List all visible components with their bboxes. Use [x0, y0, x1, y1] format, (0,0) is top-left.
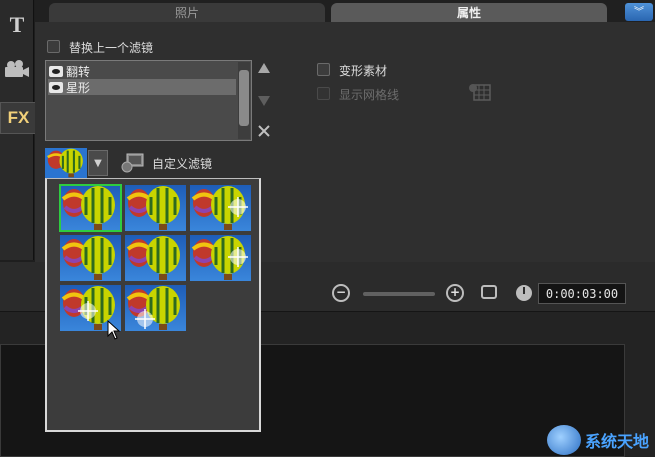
fx-icon: FX — [7, 108, 30, 127]
applied-filter-list[interactable]: 翻转 星形 — [45, 60, 252, 141]
chevron-down-icon[interactable]: ▼ — [88, 150, 108, 176]
filter-name: 翻转 — [66, 64, 91, 79]
tab-bar: 照片 属性 ︾ — [35, 0, 655, 22]
show-grid-label: 显示网格线 — [339, 88, 400, 102]
scroll-thumb[interactable] — [239, 70, 249, 126]
list-item[interactable]: 星形 — [48, 79, 236, 95]
preset-thumbnail-8[interactable] — [125, 285, 186, 331]
filter-tool-button[interactable]: FX — [0, 102, 36, 134]
zoom-slider[interactable] — [363, 292, 435, 296]
eye-icon[interactable] — [49, 65, 63, 77]
custom-filter-button[interactable] — [121, 152, 145, 174]
preset-thumbnail-6[interactable] — [190, 235, 251, 281]
timecode-field[interactable]: 0:00:03:00 — [538, 283, 626, 304]
title-tool-button[interactable]: T — [0, 8, 34, 42]
filter-name: 星形 — [66, 80, 91, 95]
watermark: 系统天地 — [547, 422, 655, 457]
film-reel-icon — [5, 60, 29, 77]
close-icon — [258, 125, 270, 137]
replace-last-filter-checkbox[interactable] — [47, 40, 60, 53]
tab-photo[interactable]: 照片 — [49, 3, 325, 22]
double-chevron-down-icon: ︾ — [634, 6, 644, 18]
eye-icon[interactable] — [49, 81, 63, 93]
transition-tool-button[interactable] — [0, 52, 34, 86]
move-filter-up-button[interactable] — [257, 62, 271, 77]
show-grid-checkbox[interactable] — [317, 87, 330, 100]
list-item[interactable]: 翻转 — [48, 63, 236, 79]
deform-clip-checkbox[interactable] — [317, 63, 330, 76]
tool-strip: T FX — [0, 0, 36, 260]
preset-thumbnail-4[interactable] — [60, 235, 121, 281]
tab-attributes[interactable]: 属性 — [331, 3, 607, 22]
collapse-panel-button[interactable]: ︾ — [625, 3, 653, 21]
replace-last-filter-label: 替换上一个滤镜 — [69, 41, 154, 55]
triangle-down-icon — [258, 96, 270, 106]
deform-clip-label: 变形素材 — [339, 64, 388, 78]
filter-preset-popup — [45, 178, 261, 432]
preset-thumbnail-3[interactable] — [190, 185, 251, 231]
custom-filter-icon — [121, 153, 144, 173]
preset-thumbnail-5[interactable] — [125, 235, 186, 281]
zoom-out-icon[interactable]: − — [332, 284, 350, 302]
move-filter-down-button[interactable] — [257, 95, 271, 110]
preset-thumbnail-2[interactable] — [125, 185, 186, 231]
mouse-cursor-icon — [107, 319, 121, 343]
list-scrollbar[interactable] — [238, 62, 250, 139]
remove-filter-button[interactable] — [258, 125, 270, 140]
fit-to-window-icon[interactable] — [481, 285, 497, 299]
grid-icon — [469, 84, 491, 101]
triangle-up-icon — [258, 63, 270, 73]
filter-preset-dropdown[interactable]: ▼ — [45, 148, 108, 178]
preset-thumbnail-1[interactable] — [59, 184, 122, 232]
preset-thumbnail — [45, 148, 87, 178]
grid-options-button[interactable] — [468, 82, 492, 105]
custom-filter-label: 自定义滤镜 — [152, 157, 213, 171]
zoom-in-icon[interactable]: + — [446, 284, 464, 302]
watermark-logo-icon — [547, 424, 581, 455]
clock-icon — [516, 285, 532, 301]
title-tool-icon: T — [9, 12, 25, 37]
watermark-text: 系统天地 — [585, 431, 650, 451]
